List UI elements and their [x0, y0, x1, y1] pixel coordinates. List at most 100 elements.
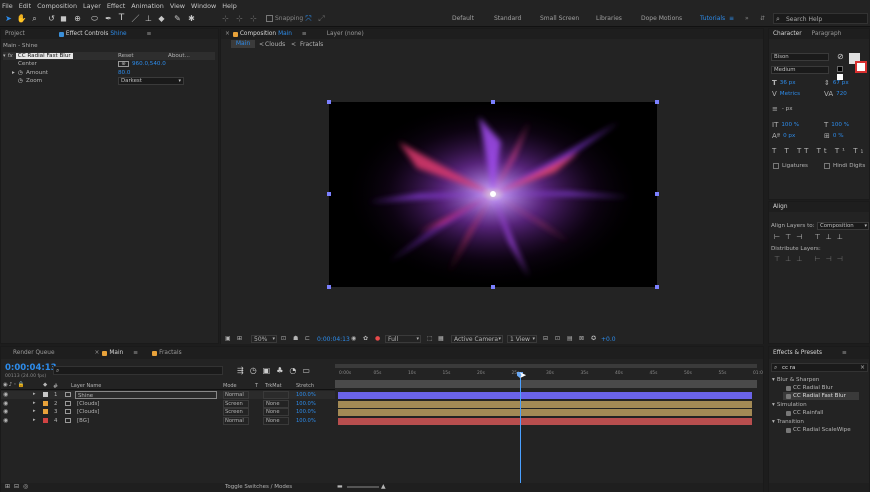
viewer-timecode[interactable]: 0:00:04:13 — [317, 336, 350, 343]
tab-paragraph[interactable]: Paragraph — [812, 31, 842, 37]
always-preview-icon[interactable]: ▣ — [225, 335, 231, 342]
exposure-value[interactable]: +0.0 — [601, 336, 616, 343]
tab-project[interactable]: Project — [5, 31, 25, 37]
layer-name[interactable]: Shine — [75, 391, 217, 399]
zoom-in-icon[interactable]: ▲ — [381, 483, 386, 490]
views-dropdown[interactable]: 1 View ▾ — [507, 335, 537, 343]
workspace-small-screen[interactable]: Small Screen — [540, 15, 579, 22]
zoom-dropdown[interactable]: Darkest ▾ — [118, 77, 184, 85]
effect-cc-radial-blur[interactable]: CC Radial Blur — [786, 384, 833, 392]
guides-icon[interactable]: ⊏ — [305, 335, 310, 342]
prop-amount-value[interactable]: 80.0 — [118, 69, 130, 77]
layer-name[interactable]: [Clouds] — [75, 400, 217, 408]
chevron-right-icon[interactable]: ▸ — [33, 417, 36, 423]
sync-settings-icon[interactable]: ⇵ — [760, 15, 765, 22]
flow-main[interactable]: Main — [231, 40, 255, 48]
bbox-handle-tr[interactable] — [655, 100, 659, 104]
ligatures-checkbox[interactable] — [773, 163, 779, 169]
tab-fractals[interactable]: Fractals — [159, 350, 182, 356]
bbox-handle-mr[interactable] — [655, 192, 659, 196]
align-to-dropdown[interactable]: Composition ▾ — [817, 222, 869, 230]
clone-stamp-tool-icon[interactable]: ⊥ — [143, 13, 154, 24]
visibility-eye-icon[interactable]: ◉ — [3, 400, 8, 407]
eyedropper-icon[interactable]: ⊘ — [837, 52, 844, 61]
bbox-handle-tc[interactable] — [491, 100, 495, 104]
flowchart-icon[interactable]: ⊠ — [579, 335, 584, 342]
tab-render-queue[interactable]: Render Queue — [13, 350, 55, 356]
tab-layer[interactable]: Layer (none) — [327, 31, 364, 37]
layer-name[interactable]: [BG] — [75, 417, 217, 425]
timeline-search-field[interactable]: ⌕ — [53, 366, 223, 375]
effects-search-field[interactable]: ⌕ cc ra × — [771, 363, 868, 372]
baseline-value[interactable]: 0 px — [783, 133, 795, 139]
type-tool-icon[interactable]: T — [116, 13, 127, 24]
label-color-swatch[interactable] — [43, 409, 48, 415]
visibility-eye-icon[interactable]: ◉ — [3, 408, 8, 415]
kerning-value[interactable]: Metrics — [780, 91, 800, 97]
stroke-width-value[interactable]: - px — [782, 106, 793, 112]
leading-value[interactable]: 67 px — [833, 80, 849, 86]
chevron-down-icon[interactable]: ▾ — [3, 53, 6, 59]
header-layer-name[interactable]: Layer Name — [71, 383, 101, 389]
composition-close-icon[interactable]: × — [225, 31, 230, 37]
bbox-handle-tl[interactable] — [327, 100, 331, 104]
layer-stretch[interactable]: 100.0% — [296, 418, 316, 424]
layer-trkmat-dropdown[interactable] — [263, 391, 289, 399]
clear-search-icon[interactable]: × — [860, 364, 865, 371]
about-button[interactable]: About... — [168, 52, 190, 60]
hand-tool-icon[interactable]: ✋ — [16, 13, 27, 24]
layer-duration-bar[interactable] — [338, 417, 752, 425]
tab-effect-controls-layer[interactable]: Shine — [110, 31, 126, 37]
camera-dropdown[interactable]: Active Camera ▾ — [451, 335, 503, 343]
toggle-pixel-aspect-icon[interactable]: ⊟ — [543, 335, 548, 342]
tab-main[interactable]: Main — [109, 350, 123, 356]
eraser-tool-icon[interactable]: ◆ — [156, 13, 167, 24]
workspace-tutorials[interactable]: Tutorials — [700, 15, 725, 22]
menu-help[interactable]: Help — [222, 2, 237, 10]
tab-composition[interactable]: Composition — [240, 31, 276, 37]
layer-mode-dropdown[interactable]: Screen — [223, 399, 249, 408]
layer-stretch[interactable]: 100.0% — [296, 392, 316, 398]
tab-composition-name[interactable]: Main — [278, 31, 292, 37]
effect-name[interactable]: CC Radial Fast Blur — [15, 53, 73, 59]
label-color-swatch[interactable] — [43, 400, 48, 406]
toggle-switches-modes[interactable]: Toggle Switches / Modes — [225, 484, 292, 490]
chevron-right-icon[interactable]: ▸ — [33, 400, 36, 406]
distribute-buttons-row[interactable]: ⊤⊥⊥ ⊢⊣⊣ — [774, 255, 848, 263]
menu-file[interactable]: File — [2, 2, 13, 10]
menu-view[interactable]: View — [170, 2, 185, 10]
footer-toggle-icons[interactable]: ⊞⊟◎ — [5, 483, 32, 490]
effect-cc-radial-scalewipe[interactable]: CC Radial ScaleWipe — [786, 426, 851, 434]
brush-tool-icon[interactable]: ／ — [130, 13, 141, 24]
show-channel-icon[interactable]: ✿ — [363, 335, 368, 342]
channel-rgb-icon[interactable]: ● — [375, 335, 380, 342]
transparency-grid-icon[interactable]: ▦ — [438, 335, 444, 342]
align-buttons-row[interactable]: ⊢⊤⊣ ⊤⊥⊥ — [774, 233, 848, 241]
snapping-target-icon[interactable]: ⤢ — [316, 13, 327, 24]
layer-mode-dropdown[interactable]: Screen — [223, 408, 249, 417]
region-of-interest-icon[interactable]: ⬚ — [427, 335, 433, 342]
menu-effect[interactable]: Effect — [107, 2, 125, 10]
layer-row[interactable]: ◉ ▸ 4 [BG] Normal None 100.0% — [1, 416, 335, 425]
snapshot-icon[interactable]: ◉ — [351, 335, 356, 342]
hindi-digits-checkbox[interactable] — [824, 163, 830, 169]
effect-controls-menu-icon[interactable]: ≡ — [147, 31, 152, 37]
work-area-range[interactable] — [335, 380, 757, 388]
layer-trkmat-dropdown[interactable]: None — [263, 416, 289, 425]
menu-composition[interactable]: Composition — [37, 2, 77, 10]
bbox-handle-bl[interactable] — [327, 285, 331, 289]
bbox-handle-bc[interactable] — [491, 285, 495, 289]
workspace-libraries[interactable]: Libraries — [596, 15, 622, 22]
timeline-switch-icons[interactable]: ⇶◷▣♣◔▭ — [237, 366, 316, 375]
pen-tool-icon[interactable]: ✒ — [103, 13, 114, 24]
grid-toggle-icon[interactable]: ⊞ — [237, 335, 242, 342]
stroke-color-swatch[interactable] — [855, 61, 867, 73]
font-size-value[interactable]: 36 px — [780, 80, 796, 86]
visibility-eye-icon[interactable]: ◉ — [3, 391, 8, 398]
rotate-tool-icon[interactable]: ↺ — [46, 13, 57, 24]
group-blur-sharpen[interactable]: ▾ Blur & Sharpen — [772, 376, 819, 384]
crosshair-icon[interactable]: ⊕ — [118, 61, 129, 67]
tab-effect-controls[interactable]: Effect Controls — [66, 31, 109, 37]
layer-duration-bar[interactable] — [338, 392, 752, 399]
layer-name[interactable]: [Clouds] — [75, 408, 217, 416]
